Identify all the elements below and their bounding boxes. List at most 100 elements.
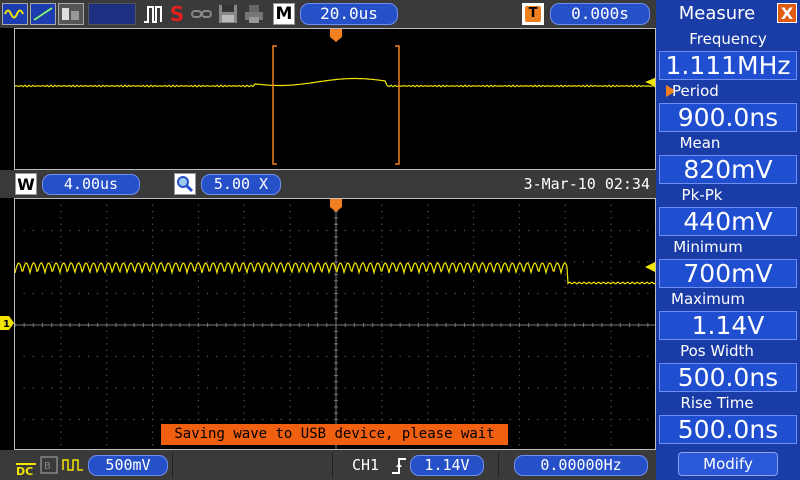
grid-dot — [106, 236, 108, 238]
window-w-button[interactable]: W — [15, 173, 37, 195]
grid-dot — [243, 261, 245, 263]
measure-value-maximum[interactable]: 1.14V — [659, 311, 797, 340]
volts-div-display[interactable]: 500mV — [88, 455, 168, 476]
timebase-display[interactable]: 20.0us — [300, 3, 398, 25]
grid-dot — [106, 444, 108, 446]
link-icon[interactable] — [190, 3, 214, 25]
grid-dot — [564, 330, 566, 332]
measure-value-pos-width[interactable]: 500.0ns — [659, 363, 797, 392]
zoom-factor-display[interactable]: 5.00 X — [201, 174, 281, 195]
grid-dot — [60, 223, 62, 225]
frequency-display[interactable]: 0.00000Hz — [514, 455, 648, 476]
grid-dot — [427, 286, 429, 288]
grid-dot — [243, 305, 245, 307]
grid-dot — [142, 418, 145, 421]
grid-dot — [518, 343, 521, 345]
measure-value-frequency[interactable]: 1.111MHz — [659, 51, 797, 80]
grid-dot — [582, 418, 585, 421]
grid-dot — [243, 255, 245, 257]
grid-dot — [491, 418, 493, 421]
grid-dot — [197, 355, 200, 358]
grid-dot — [381, 292, 383, 295]
trigger-position-icon[interactable]: T — [522, 3, 544, 25]
grid-dot — [390, 418, 392, 421]
grid-dot — [610, 444, 612, 446]
grid-dot — [87, 229, 90, 232]
trigger-level-display[interactable]: 1.14V — [410, 455, 484, 476]
grid-dot — [87, 418, 90, 421]
grid-dot — [509, 229, 511, 232]
measure-value-minimum[interactable]: 700mV — [659, 259, 797, 288]
persist-icon[interactable] — [58, 3, 84, 25]
vector-icon[interactable] — [30, 3, 56, 25]
waveform-type-icon[interactable] — [2, 3, 28, 25]
grid-dot — [133, 418, 135, 421]
grid-dot — [289, 292, 291, 295]
grid-dot — [261, 292, 264, 295]
grid-dot — [427, 330, 429, 332]
grid-dot — [261, 261, 264, 263]
mode-m-button[interactable]: M — [273, 3, 295, 25]
grid-dot — [151, 299, 154, 301]
grid-dot — [289, 236, 291, 238]
grid-dot — [427, 406, 429, 408]
grid-dot — [234, 355, 236, 358]
trigger-position-display[interactable]: 0.000s — [550, 3, 650, 25]
grid-dot — [472, 311, 475, 314]
grid-dot — [381, 418, 383, 421]
grid-dot — [427, 242, 429, 244]
pulse-icon[interactable] — [140, 3, 166, 25]
grid-dot — [610, 267, 612, 269]
grid-dot — [619, 355, 622, 358]
window-timebase-display[interactable]: 4.00us — [42, 174, 140, 195]
grid-dot — [454, 292, 456, 295]
grid-dot — [50, 418, 53, 421]
grid-dot — [427, 399, 429, 402]
grid-dot — [427, 381, 429, 383]
measure-label-minimum: Minimum — [673, 238, 743, 256]
grid-dot — [271, 418, 273, 421]
magnify-icon[interactable] — [174, 173, 196, 195]
grid-dot — [170, 418, 172, 421]
measure-value-rise-time[interactable]: 500.0ns — [659, 415, 797, 444]
grid-dot — [60, 343, 62, 345]
grid-dot — [518, 286, 521, 288]
measure-value-mean[interactable]: 820mV — [659, 155, 797, 184]
grid-dot — [472, 280, 475, 282]
modify-button[interactable]: Modify — [678, 452, 778, 476]
grid-dot — [41, 229, 44, 232]
grid-dot — [573, 355, 576, 358]
grid-dot — [170, 355, 172, 358]
measure-value-period[interactable]: 900.0ns — [659, 103, 797, 132]
grid-dot — [216, 355, 218, 358]
measure-value-pk-pk[interactable]: 440mV — [659, 207, 797, 236]
grid-dot — [60, 437, 62, 440]
rising-edge-icon[interactable] — [390, 455, 408, 476]
grid-dot — [197, 311, 200, 314]
grid-dot — [106, 255, 108, 257]
grid-dot — [23, 418, 25, 421]
grid-dot — [518, 437, 521, 440]
grid-dot — [243, 273, 245, 276]
grid-dot — [179, 229, 181, 232]
grid-dot — [60, 362, 62, 364]
print-icon[interactable] — [242, 3, 266, 25]
ch1-marker-icon[interactable]: 1 — [0, 316, 14, 330]
grid-dot — [463, 418, 466, 421]
grid-dot — [564, 355, 566, 358]
grid-dot — [170, 229, 172, 232]
zoom-screen[interactable] — [14, 198, 656, 450]
overview-screen[interactable] — [14, 28, 656, 170]
zoom-factor-value: 5.00 X — [213, 175, 269, 193]
grid-dot — [353, 418, 356, 421]
grid-dot — [564, 210, 566, 213]
grid-dot — [151, 412, 154, 414]
save-icon[interactable] — [216, 3, 240, 25]
grid-dot — [289, 305, 291, 307]
grid-dot — [601, 355, 603, 358]
grid-dot — [60, 217, 62, 219]
grid-dot — [500, 355, 502, 358]
close-icon[interactable]: X — [777, 3, 797, 23]
grid-dot — [151, 393, 154, 395]
grid-dot — [445, 261, 447, 263]
